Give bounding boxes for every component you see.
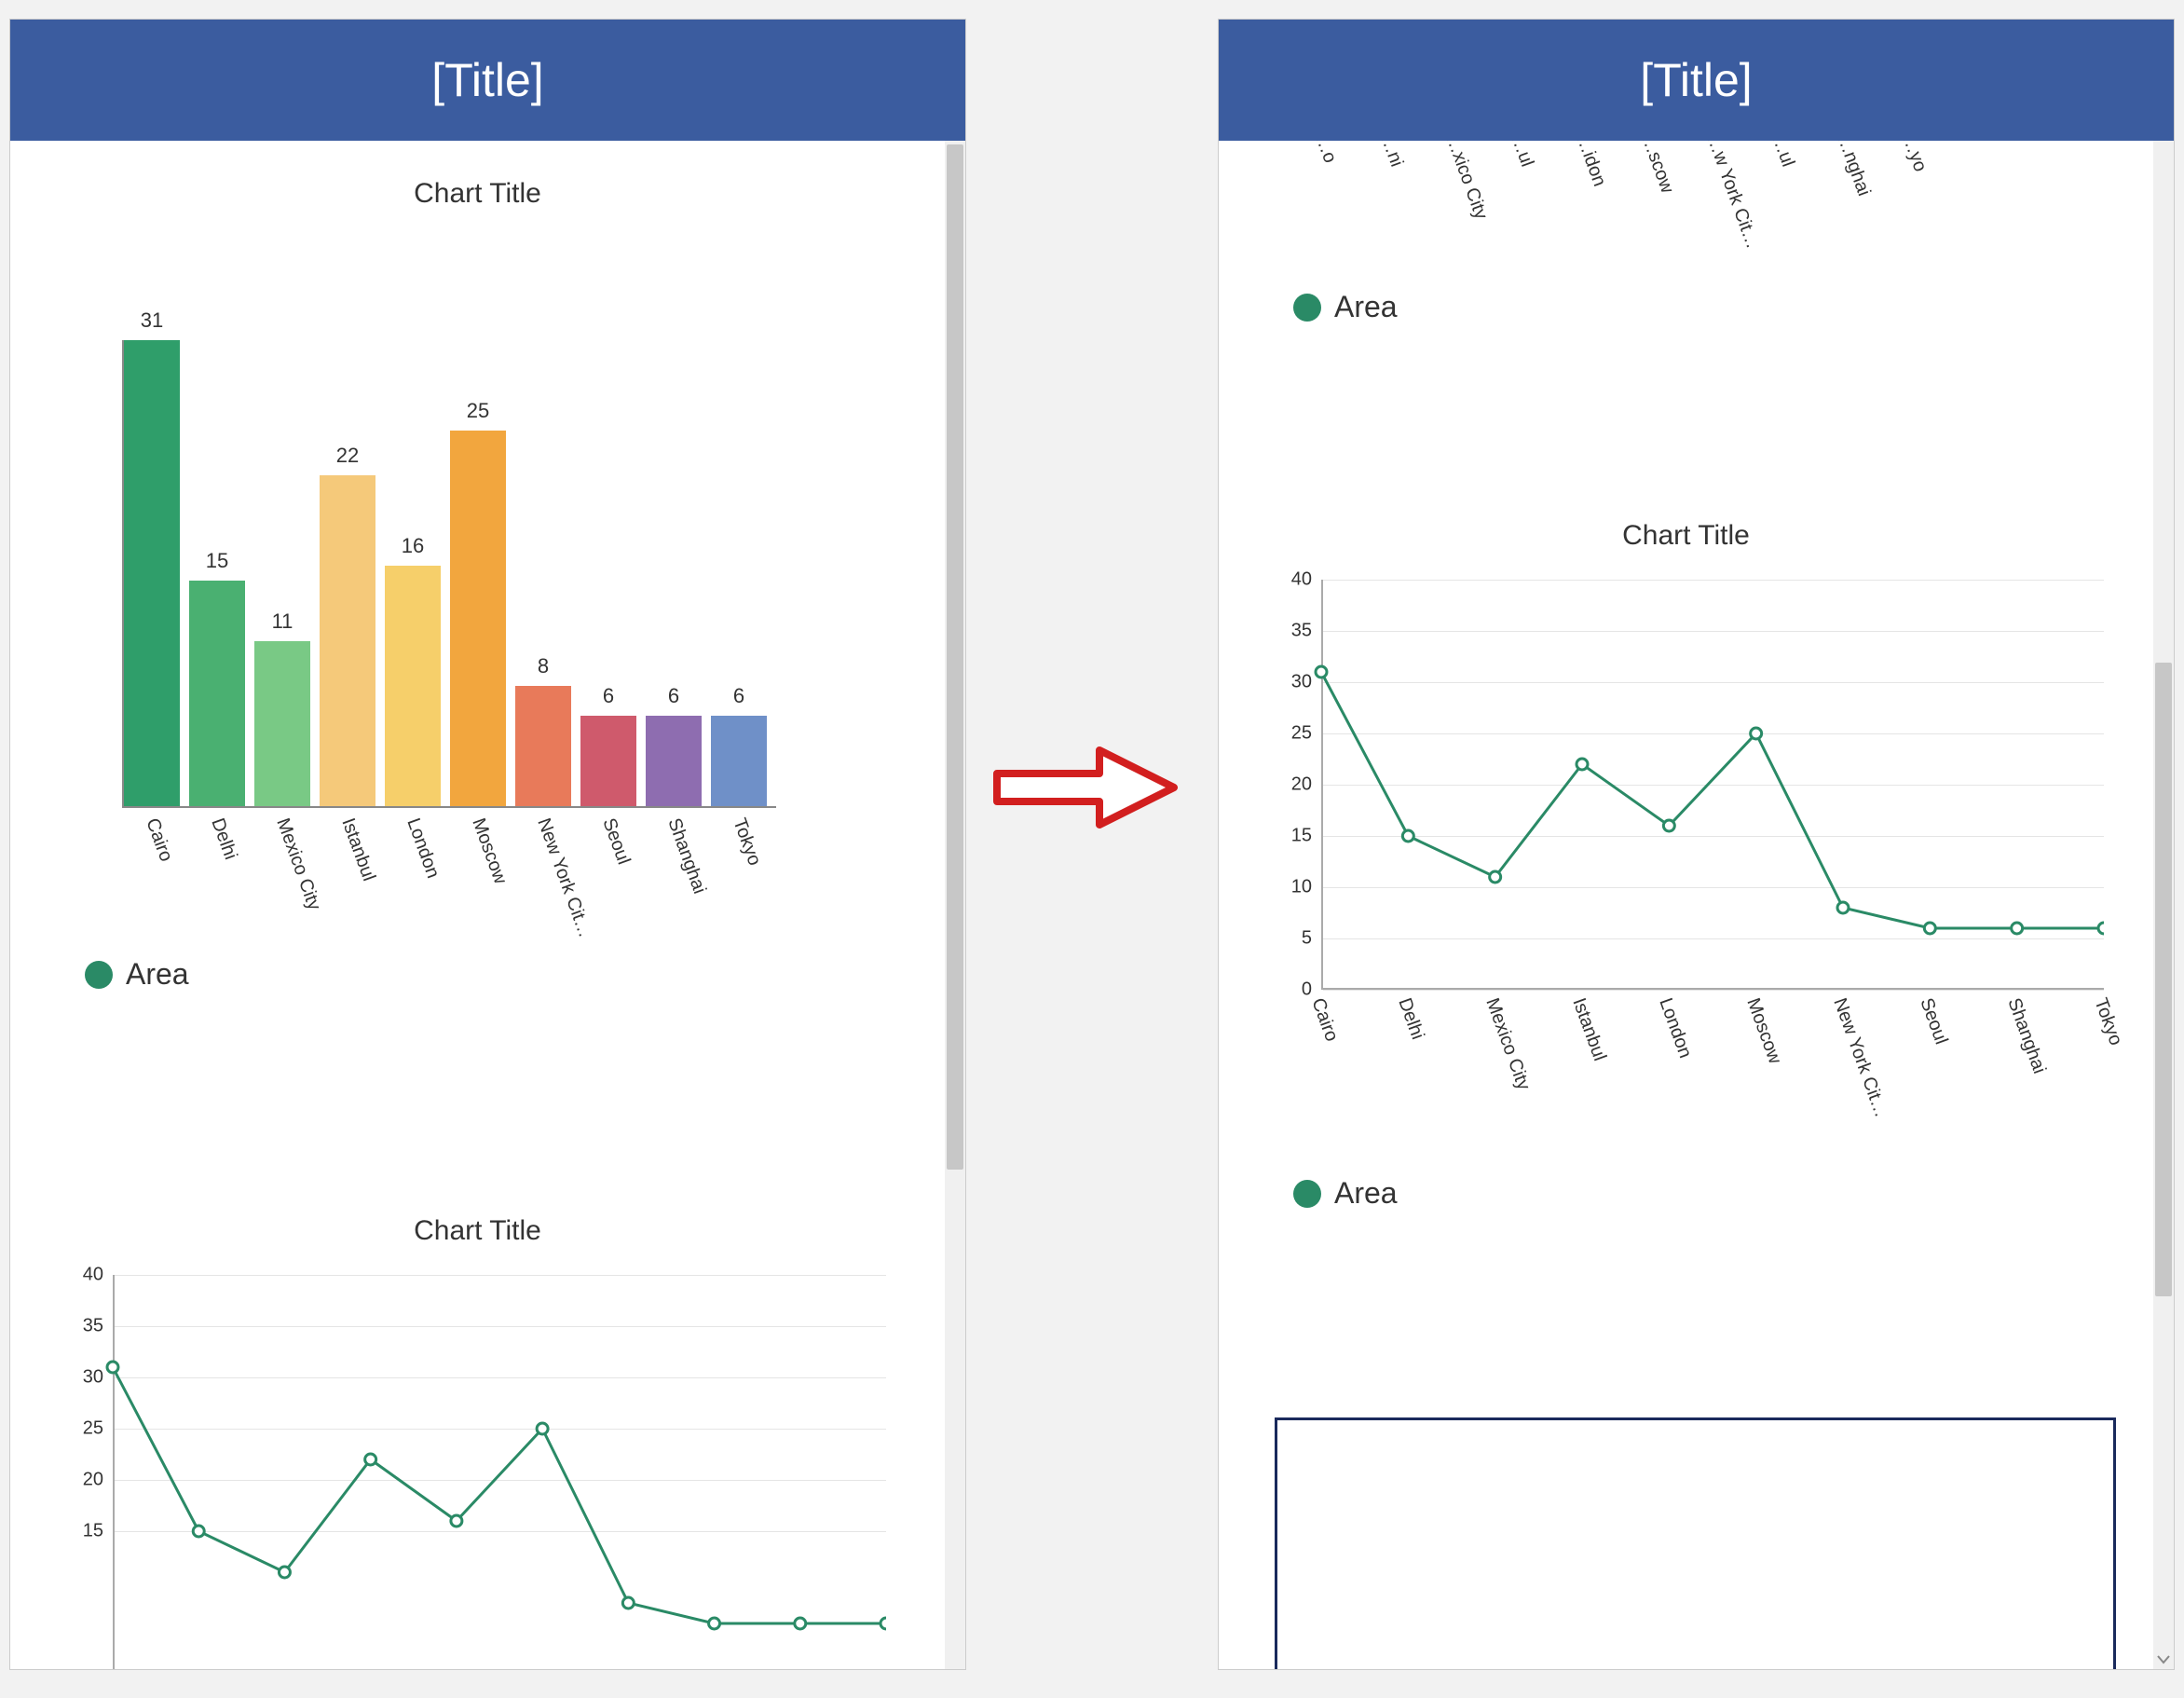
title-text-left: [Title]	[431, 54, 543, 106]
bar-chart-title: Chart Title	[10, 178, 945, 210]
scrollbar-left[interactable]	[945, 141, 965, 1669]
bar-6: 8New York Cit…	[515, 686, 571, 806]
bar-value: 22	[320, 444, 375, 468]
bar-8: 6Shanghai	[646, 716, 702, 806]
partial-category-row: …o…ni…xico City…ul…idon…scow…w York Cit……	[1331, 141, 2153, 262]
preview-panel-right: [Title] …o …ni …xico City …ul …idon …scow …w Y…	[1218, 19, 2175, 1670]
legend-dot-icon	[85, 961, 113, 989]
bar-value: 16	[385, 534, 441, 558]
bar-value: 15	[189, 549, 245, 573]
bar-value: 6	[711, 684, 767, 708]
line-chart-right: 0510152025303540CairoDelhiMexico CityIst…	[1265, 580, 2104, 1027]
partial-category: …ul	[1506, 141, 1537, 170]
content-left: Chart Title 31Cairo15Delhi11Mexico City2…	[10, 141, 945, 1669]
line-series	[1265, 580, 2104, 990]
title-text-right: [Title]	[1640, 54, 1752, 106]
bar-value: 25	[450, 399, 506, 423]
bar-value: 11	[254, 609, 310, 634]
legend-label: Area	[1334, 290, 1398, 324]
content-right: …o …ni …xico City …ul …idon …scow …w York Cit……	[1219, 141, 2153, 1669]
scrollbar-thumb-left[interactable]	[947, 144, 963, 1170]
legend-label: Area	[1334, 1176, 1398, 1211]
legend-label: Area	[126, 957, 189, 992]
bar-7: 6Seoul	[580, 716, 636, 806]
preview-panel-left: [Title] Chart Title 31Cairo15Delhi11Mexi…	[9, 19, 966, 1670]
title-bar-right: [Title]	[1219, 20, 2174, 141]
partial-category: …w York Cit…	[1701, 141, 1763, 252]
bar-4: 16London	[385, 566, 441, 806]
bar-1: 15Delhi	[189, 581, 245, 806]
line-chart-right-legend: Area	[1293, 1176, 2153, 1211]
gridline	[1323, 990, 2104, 991]
partial-category: …o	[1310, 141, 1340, 166]
bar-2: 11Mexico City	[254, 641, 310, 806]
partial-category: …xico City	[1440, 141, 1491, 223]
scrollbar-down-button[interactable]	[2153, 1649, 2174, 1669]
partial-category: …yo	[1897, 141, 1931, 175]
partial-category: …idon	[1571, 141, 1609, 189]
partial-category: …ni	[1375, 141, 1407, 170]
top-legend-right: Area	[1293, 290, 2153, 324]
bar-0: 31Cairo	[124, 340, 180, 806]
bar-value: 6	[580, 684, 636, 708]
line-chart-right-title: Chart Title	[1219, 520, 2153, 552]
bar-value: 8	[515, 654, 571, 678]
title-bar-left: [Title]	[10, 20, 965, 141]
arrow-icon	[988, 736, 1183, 839]
bar-chart-legend: Area	[85, 957, 945, 992]
bar-9: 6Tokyo	[711, 716, 767, 806]
scrollbar-thumb-right[interactable]	[2155, 663, 2172, 1296]
bar-value: 6	[646, 684, 702, 708]
line-series	[57, 1275, 886, 1669]
legend-dot-icon	[1293, 294, 1321, 322]
bar-chart: 31Cairo15Delhi11Mexico City22Istanbul16L…	[122, 340, 776, 808]
bar-value: 31	[124, 308, 180, 333]
signature-box[interactable]	[1275, 1417, 2116, 1669]
bar-5: 25Moscow	[450, 431, 506, 806]
line-chart-left: 152025303540	[57, 1275, 886, 1669]
scrollbar-right[interactable]	[2153, 141, 2174, 1669]
legend-dot-icon	[1293, 1180, 1321, 1208]
line-chart-preview-title: Chart Title	[10, 1215, 945, 1247]
bar-3: 22Istanbul	[320, 475, 375, 806]
partial-category: …nghai	[1832, 141, 1874, 199]
partial-category: …ul	[1767, 141, 1798, 170]
partial-category: …scow	[1636, 141, 1677, 196]
